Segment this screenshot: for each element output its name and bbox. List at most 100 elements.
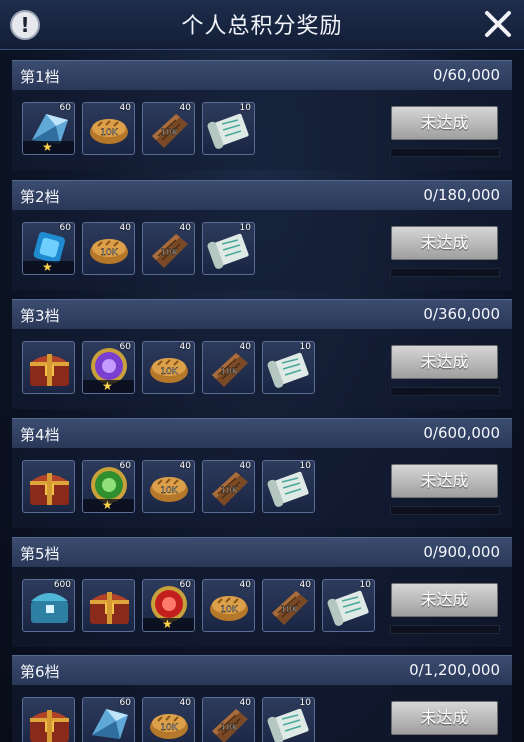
reward-item[interactable]: 10K 40	[262, 579, 315, 632]
tier-rewards: 60 ★ 10K 40 10K 40 10 未达成	[12, 329, 512, 409]
tier-progress-text: 0/60,000	[432, 66, 500, 84]
svg-text:10K: 10K	[160, 128, 178, 138]
tier-progress-text: 0/900,000	[423, 543, 500, 561]
reward-item[interactable]: 10	[202, 222, 255, 275]
reward-quantity: 600	[53, 580, 71, 590]
claim-button[interactable]: 未达成	[391, 106, 498, 140]
reward-quantity: 40	[239, 461, 251, 471]
svg-text:10K: 10K	[160, 248, 178, 258]
tier-header: 第3档 0/360,000	[12, 299, 512, 329]
star-band: ★	[83, 499, 134, 512]
tier-name: 第6档	[20, 663, 60, 681]
reward-quantity: 40	[239, 342, 251, 352]
reward-quantity: 60	[119, 461, 131, 471]
reward-quantity: 60	[119, 342, 131, 352]
tier-rewards: 60 ★ 10K 40 10K 40 10 未达成	[12, 90, 512, 170]
reward-quantity: 10	[299, 461, 311, 471]
svg-text:10K: 10K	[220, 605, 238, 615]
claim-button[interactable]: 未达成	[391, 464, 498, 498]
svg-text:10K: 10K	[100, 248, 118, 258]
reward-item[interactable]: 60 ★	[82, 460, 135, 513]
tier-row: 第4档 0/600,000 60 ★ 10K 40 10K 40 10 未达成	[12, 418, 512, 528]
tier-header: 第2档 0/180,000	[12, 180, 512, 210]
reward-item[interactable]: 10	[262, 341, 315, 394]
tier-name: 第1档	[20, 68, 60, 86]
reward-item[interactable]: 60	[82, 697, 135, 742]
tier-header: 第6档 0/1,200,000	[12, 655, 512, 685]
tier-row: 第1档 0/60,000 60 ★ 10K 40 10K 40 10 未达成	[12, 60, 512, 170]
reward-item[interactable]: 10K 40	[142, 697, 195, 742]
reward-quantity: 40	[299, 580, 311, 590]
tier-rewards: 60 ★ 10K 40 10K 40 10 未达成	[12, 210, 512, 290]
claim-button[interactable]: 未达成	[391, 345, 498, 379]
star-icon: ★	[42, 260, 53, 274]
reward-item[interactable]: 60 ★	[22, 102, 75, 155]
tier-header: 第5档 0/900,000	[12, 537, 512, 567]
svg-text:10K: 10K	[220, 723, 238, 733]
claim-button[interactable]: 未达成	[391, 701, 498, 735]
svg-text:10K: 10K	[100, 128, 118, 138]
reward-quantity: 40	[179, 103, 191, 113]
reward-quantity: 10	[239, 103, 251, 113]
reward-quantity: 40	[179, 223, 191, 233]
reward-item[interactable]: 10K 40	[142, 102, 195, 155]
claim-button[interactable]: 未达成	[391, 583, 498, 617]
reward-quantity: 40	[119, 223, 131, 233]
reward-item[interactable]: 10	[262, 697, 315, 742]
tier-progress-text: 0/1,200,000	[409, 661, 500, 679]
svg-text:10K: 10K	[160, 486, 178, 496]
reward-item[interactable]: 60 ★	[142, 579, 195, 632]
reward-item[interactable]: 10K 40	[142, 341, 195, 394]
tier-rewards: 600 60 ★ 10K 40 10K 40 10 未达成	[12, 567, 512, 647]
dialog-title: 个人总积分奖励	[181, 14, 343, 39]
reward-item[interactable]: 10	[322, 579, 375, 632]
reward-quantity: 10	[299, 698, 311, 708]
reward-item[interactable]: 60 ★	[82, 341, 135, 394]
reward-item[interactable]: 10K 40	[142, 460, 195, 513]
reward-item[interactable]: 10K 40	[202, 460, 255, 513]
reward-item[interactable]: 10K 40	[202, 579, 255, 632]
tier-row: 第2档 0/180,000 60 ★ 10K 40 10K 40 10 未达成	[12, 180, 512, 290]
reward-item[interactable]	[22, 341, 75, 394]
reward-item[interactable]	[82, 579, 135, 632]
reward-item[interactable]: 10K 40	[82, 222, 135, 275]
reward-quantity: 40	[239, 580, 251, 590]
reward-quantity: 40	[179, 698, 191, 708]
reward-item[interactable]	[22, 697, 75, 742]
reward-item[interactable]: 60 ★	[22, 222, 75, 275]
tier-rewards: 60 ★ 10K 40 10K 40 10 未达成	[12, 448, 512, 528]
tier-name: 第4档	[20, 426, 60, 444]
reward-quantity: 60	[179, 580, 191, 590]
reward-item[interactable]: 10K 40	[142, 222, 195, 275]
reward-item[interactable]: 10	[262, 460, 315, 513]
reward-item[interactable]: 10K 40	[82, 102, 135, 155]
tier-header: 第1档 0/60,000	[12, 60, 512, 90]
svg-text:10K: 10K	[160, 367, 178, 377]
reward-item[interactable]: 600	[22, 579, 75, 632]
star-icon: ★	[102, 498, 113, 512]
tier-name: 第5档	[20, 545, 60, 563]
reward-quantity: 60	[119, 698, 131, 708]
reward-item[interactable]: 10	[202, 102, 255, 155]
tier-progress-bar	[390, 506, 500, 515]
tier-progress-text: 0/360,000	[423, 305, 500, 323]
reward-item[interactable]: 10K 40	[202, 341, 255, 394]
reward-quantity: 40	[119, 103, 131, 113]
tier-name: 第3档	[20, 307, 60, 325]
reward-quantity: 60	[59, 223, 71, 233]
tier-progress-bar	[390, 148, 500, 157]
tier-progress-text: 0/600,000	[423, 424, 500, 442]
star-icon: ★	[162, 617, 173, 631]
close-icon[interactable]	[480, 6, 516, 42]
reward-quantity: 10	[359, 580, 371, 590]
svg-text:10K: 10K	[280, 605, 298, 615]
claim-button[interactable]: 未达成	[391, 226, 498, 260]
star-icon: ★	[42, 140, 53, 154]
reward-item[interactable]	[22, 460, 75, 513]
star-band: ★	[23, 261, 74, 274]
tier-rewards: 60 10K 40 10K 40 10 未达成	[12, 685, 512, 742]
star-band: ★	[143, 618, 194, 631]
tier-name: 第2档	[20, 188, 60, 206]
reward-item[interactable]: 10K 40	[202, 697, 255, 742]
reward-quantity: 40	[179, 342, 191, 352]
